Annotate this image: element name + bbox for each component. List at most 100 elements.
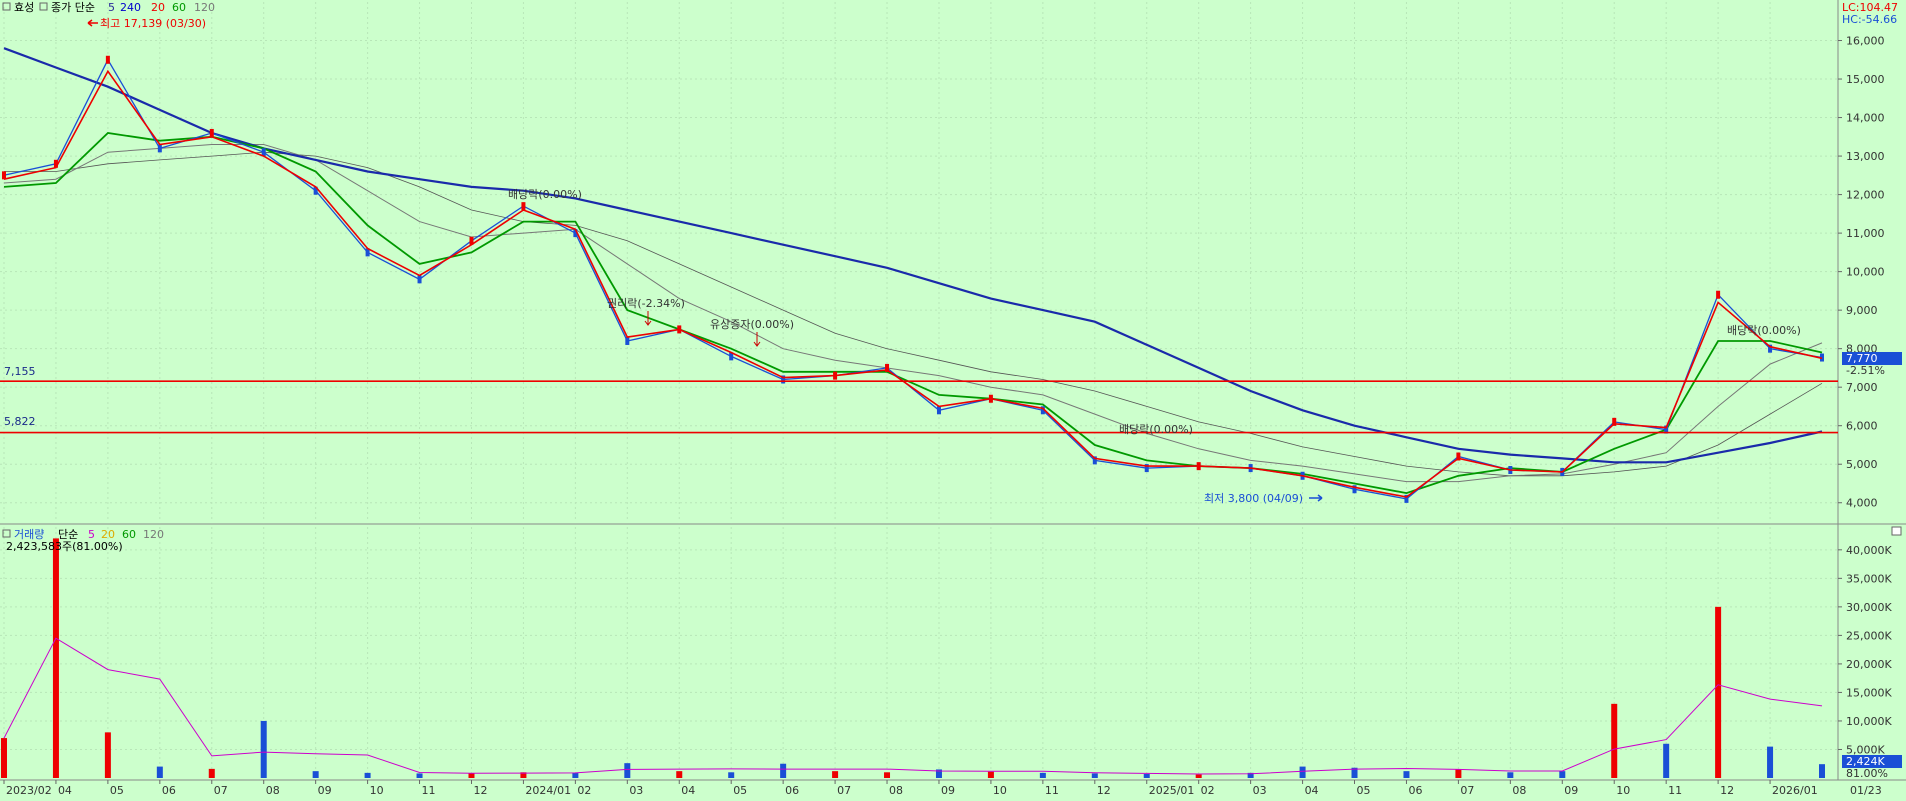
volume-bar bbox=[728, 772, 735, 778]
volume-bar bbox=[1403, 771, 1410, 778]
time-tick-label: 05 bbox=[1357, 784, 1371, 797]
time-tick-label: 12 bbox=[1720, 784, 1734, 797]
volume-tick-label: 35,000K bbox=[1846, 572, 1892, 585]
volume-bar bbox=[1611, 703, 1618, 778]
time-tick-label: 03 bbox=[629, 784, 643, 797]
low-annotation: 최저 3,800 (04/09) bbox=[1204, 492, 1303, 505]
volume-bar bbox=[468, 773, 475, 778]
volume-bar bbox=[208, 768, 215, 778]
time-tick-label: 07 bbox=[837, 784, 851, 797]
price-point bbox=[157, 144, 162, 153]
maximize-panel-icon[interactable] bbox=[1891, 526, 1902, 536]
time-tick-label: 08 bbox=[266, 784, 280, 797]
price-tick-label: 12,000 bbox=[1846, 189, 1885, 202]
plot-bg bbox=[0, 0, 1906, 801]
volume-bar bbox=[1767, 746, 1774, 778]
exright-annotation: 권리락(-2.34%) bbox=[607, 297, 685, 310]
stock-chart[interactable]: 16,000 15,000 14,000 13,000 12,000 11,000 10,0… bbox=[0, 0, 1906, 801]
time-tick-label: 02 bbox=[1201, 784, 1215, 797]
volume-bar bbox=[1, 738, 7, 778]
volume-bar bbox=[884, 772, 891, 778]
time-tick-label: 02 bbox=[577, 784, 591, 797]
price-point bbox=[1716, 290, 1721, 299]
volume-bar bbox=[780, 763, 787, 778]
volume-readout: 2,423,583주(81.00%) bbox=[6, 540, 123, 553]
volume-bar bbox=[1715, 606, 1722, 778]
time-tick-label: 10 bbox=[1616, 784, 1630, 797]
time-tick-label: 05 bbox=[110, 784, 124, 797]
volume-bar bbox=[676, 771, 683, 778]
volume-bar bbox=[1663, 743, 1670, 778]
time-tick-label: 2023/02 bbox=[6, 784, 52, 797]
time-tick-label: 2024/01 bbox=[525, 784, 571, 797]
time-tick-label: 11 bbox=[1668, 784, 1682, 797]
price-point bbox=[936, 406, 941, 415]
volume-bar bbox=[52, 538, 59, 778]
time-tick-label: 01/23 bbox=[1850, 784, 1882, 797]
price-tick-label: 11,000 bbox=[1846, 227, 1885, 240]
volume-tick-label: 10,000K bbox=[1846, 715, 1892, 728]
current-change: -2.51% bbox=[1846, 364, 1885, 377]
time-tick-label: 11 bbox=[422, 784, 436, 797]
time-tick-label: 04 bbox=[58, 784, 72, 797]
time-tick-label: 09 bbox=[1564, 784, 1578, 797]
ma-period-120: 120 bbox=[194, 1, 215, 14]
price-point bbox=[521, 202, 526, 211]
level-label-lower: 5,822 bbox=[4, 415, 36, 428]
price-point bbox=[417, 275, 422, 284]
volume-bar bbox=[104, 732, 111, 778]
exdividend-annotation-3: 배당락(0.00%) bbox=[1727, 324, 1801, 337]
volume-bar bbox=[987, 771, 994, 778]
volume-bar bbox=[1039, 772, 1046, 778]
indicator-label: 종가 단순 bbox=[51, 1, 95, 14]
volume-bar bbox=[260, 720, 267, 778]
chart-background bbox=[0, 0, 1906, 801]
ma-period-5: 5 bbox=[108, 1, 115, 14]
price-tick-label: 7,000 bbox=[1846, 381, 1878, 394]
volume-bar bbox=[312, 771, 319, 778]
price-tick-label: 16,000 bbox=[1846, 35, 1885, 48]
time-tick-label: 05 bbox=[733, 784, 747, 797]
ma-period-20: 20 bbox=[151, 1, 165, 14]
volume-bar bbox=[156, 766, 163, 778]
time-tick-label: 06 bbox=[785, 784, 799, 797]
volume-bar bbox=[364, 772, 371, 778]
time-tick-label: 03 bbox=[1253, 784, 1267, 797]
hc-readout: HC:-54.66 bbox=[1842, 13, 1897, 26]
time-tick-label: 10 bbox=[370, 784, 384, 797]
time-tick-label: 2025/01 bbox=[1149, 784, 1195, 797]
volume-bar bbox=[1507, 772, 1514, 778]
current-volume-ratio: 81.00% bbox=[1846, 767, 1888, 780]
rights-issue-annotation: 유상증자(0.00%) bbox=[710, 318, 794, 331]
time-tick-label: 08 bbox=[889, 784, 903, 797]
price-point bbox=[209, 128, 214, 137]
price-tick-label: 6,000 bbox=[1846, 420, 1878, 433]
price-tick-label: 9,000 bbox=[1846, 304, 1878, 317]
volume-tick-label: 25,000K bbox=[1846, 629, 1892, 642]
volume-tick-label: 40,000K bbox=[1846, 544, 1892, 557]
ma-period-240: 240 bbox=[120, 1, 141, 14]
exdividend-annotation-1: 배당락(0.00%) bbox=[508, 188, 582, 201]
price-point bbox=[625, 336, 630, 345]
volume-bar bbox=[1455, 769, 1462, 778]
time-tick-label: 08 bbox=[1512, 784, 1526, 797]
volume-bar bbox=[624, 763, 631, 778]
price-point bbox=[105, 55, 110, 64]
stock-name: 효성 bbox=[14, 1, 34, 14]
price-tick-label: 5,000 bbox=[1846, 458, 1878, 471]
time-tick-label: 06 bbox=[162, 784, 176, 797]
vol-ma-period-120: 120 bbox=[143, 528, 164, 541]
time-tick-label: 2026/01 bbox=[1772, 784, 1818, 797]
price-tick-label: 15,000 bbox=[1846, 73, 1885, 86]
volume-bar bbox=[1195, 774, 1202, 778]
time-tick-label: 09 bbox=[318, 784, 332, 797]
volume-bar bbox=[416, 773, 423, 778]
exdividend-annotation-2: 배당락(0.00%) bbox=[1119, 423, 1193, 436]
time-tick-label: 07 bbox=[214, 784, 228, 797]
volume-tick-label: 20,000K bbox=[1846, 658, 1892, 671]
time-tick-label: 06 bbox=[1408, 784, 1422, 797]
volume-bar bbox=[1091, 773, 1098, 778]
time-tick-label: 12 bbox=[473, 784, 487, 797]
price-tick-label: 10,000 bbox=[1846, 266, 1885, 279]
volume-tick-label: 30,000K bbox=[1846, 601, 1892, 614]
